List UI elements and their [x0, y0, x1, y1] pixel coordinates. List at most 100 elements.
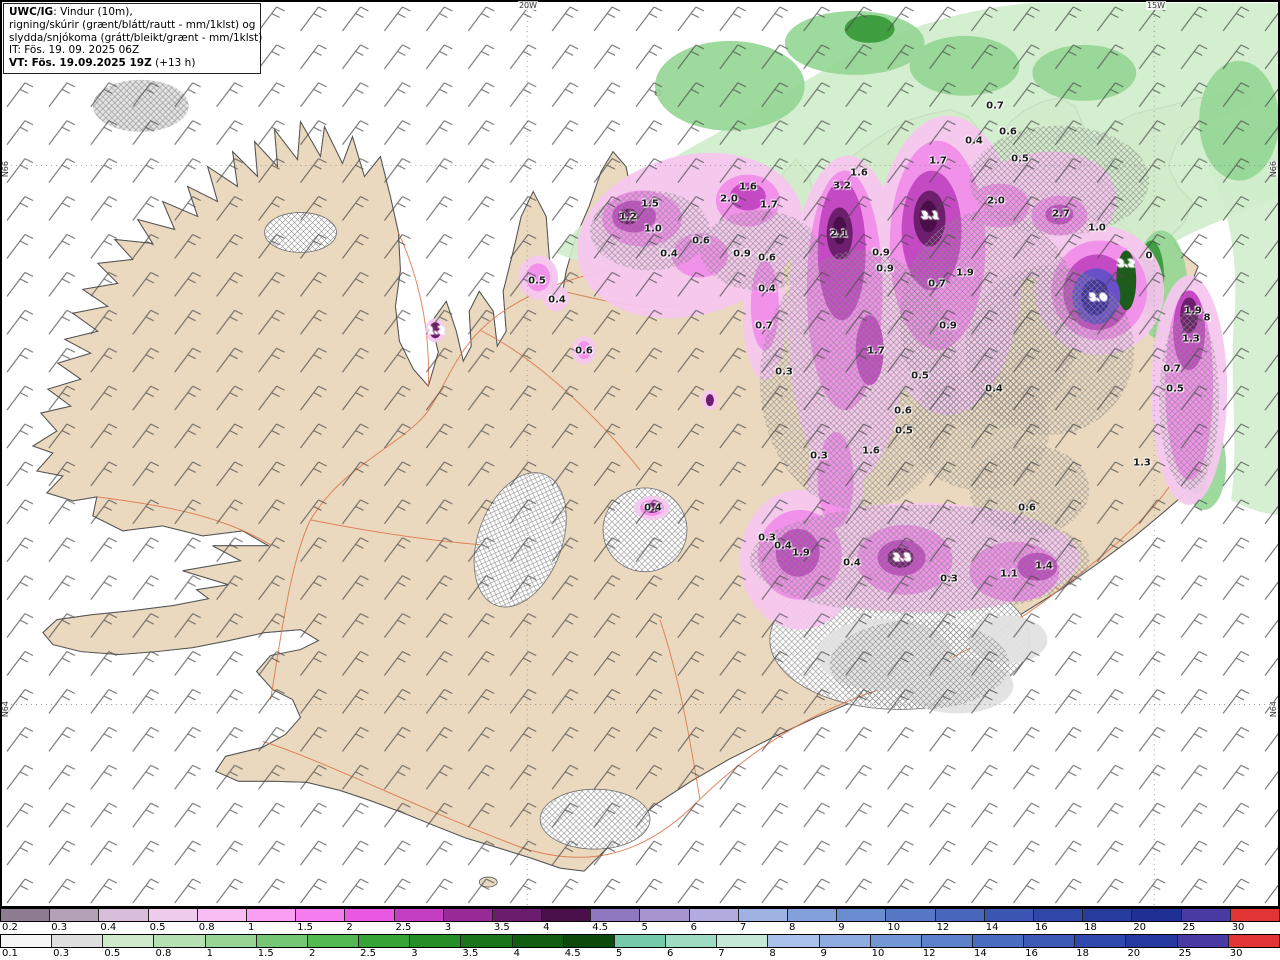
- colorbar-segment: 1: [246, 909, 297, 933]
- colorbar-tick-label: 5: [615, 948, 623, 959]
- colorbar-tick-label: 10: [887, 922, 901, 933]
- colorbar-tick-label: 30: [1229, 948, 1243, 959]
- colorbar-tick-label: 2.5: [395, 922, 412, 933]
- colorbar-tick-label: 12: [922, 948, 936, 959]
- colorbar-segment: 20: [1132, 909, 1182, 933]
- colorbar-segment: 18: [1083, 909, 1133, 933]
- colorbar-tick-label: 4.5: [592, 922, 609, 933]
- colorbar-tick-label: 25: [1182, 922, 1196, 933]
- colorbar-rain-segments: 0.2 0.3 0.4 0.5 0.8 1 1.5 2 2.5 3 3.5 4 …: [0, 908, 1280, 933]
- colorbar-tick-label: 9: [838, 922, 845, 933]
- colorbar-tick-label: 0.4: [100, 922, 117, 933]
- colorbar-tick-label: 12: [936, 922, 950, 933]
- colorbar-tick-label: 25: [1178, 948, 1192, 959]
- colorbar-segment: 25: [1177, 935, 1229, 959]
- colorbar-segment: 6: [689, 909, 739, 933]
- colorbar-tick-label: 8: [769, 948, 776, 959]
- colorbar-tick-label: 10: [871, 948, 885, 959]
- colorbar-snow-segments: 0.1 0.3 0.5 0.8 1 1.5 2 2.5 3 3.5 4 4.5 …: [0, 934, 1280, 959]
- colorbar-segment: 6: [666, 935, 718, 959]
- legend-snow-text: slydda/snjókoma (grátt/bleikt/grænt - mm…: [9, 31, 263, 44]
- colorbar-segment: 0.3: [52, 935, 104, 959]
- colorbar-tick-label: 14: [985, 922, 999, 933]
- colorbar-tick-label: 0.5: [104, 948, 121, 959]
- colorbar-segment: 1.5: [296, 909, 346, 933]
- product-desc: : Vindur (10m),: [53, 6, 133, 18]
- colorbar-tick-label: 5: [641, 922, 648, 933]
- colorbar-tick-label: 4: [513, 948, 520, 959]
- colorbar-tick-label: 16: [1025, 948, 1038, 959]
- colorbar-tick-label: 1.5: [257, 948, 274, 959]
- colorbar-segment: 12: [935, 909, 985, 933]
- colorbar-segment: 30: [1228, 935, 1279, 959]
- colorbar-segment: 3: [443, 909, 493, 933]
- colorbar-tick-label: 9: [820, 948, 827, 959]
- colorbar-segment: 0.4: [99, 909, 149, 933]
- colorbar-segment: 7: [717, 935, 769, 959]
- colorbar-segment: 0.2: [1, 909, 51, 933]
- colorbar-segment: 3: [410, 935, 462, 959]
- colorbar-segment: 0.8: [154, 935, 206, 959]
- colorbar-segment: 4: [542, 909, 592, 933]
- colorbar-segment: 0.5: [148, 909, 198, 933]
- colorbar-tick-label: 1.5: [297, 922, 314, 933]
- colorbar-tick-label: 30: [1231, 922, 1245, 933]
- colorbar-segment: 8: [768, 935, 820, 959]
- colorbar-segment: 2: [345, 909, 395, 933]
- colorbar-segment: 1.5: [256, 935, 308, 959]
- valid-time: VT: Fös. 19.09.2025 19Z: [9, 57, 152, 70]
- colorbar-tick-label: 3: [444, 922, 452, 933]
- colorbar-segment: 14: [972, 935, 1025, 959]
- colorbar-segment: 16: [1024, 935, 1076, 959]
- weather-map-page: 0.7 0.4 0.6 0.5 1.7 1.6 1.6 3.2 2.0 1.7 …: [0, 0, 1280, 960]
- colorbar-segment: 18: [1075, 935, 1127, 959]
- info-box: UWC/IG: Vindur (10m), rigning/skúrir (gr…: [3, 3, 263, 74]
- colorbar-tick-label: 1: [206, 948, 213, 959]
- legend-rain-text: rigning/skúrir (grænt/blátt/rautt - mm/1…: [9, 18, 256, 31]
- colorbar-segment: 9: [819, 935, 871, 959]
- colorbar-segment: 3.5: [461, 935, 513, 959]
- colorbar-segment: 7: [738, 909, 788, 933]
- colorbar-segment: 10: [870, 935, 922, 959]
- color-scales: 0.2 0.3 0.4 0.5 0.8 1 1.5 2 2.5 3 3.5 4 …: [0, 908, 1280, 960]
- colorbar-tick-label: 8: [789, 922, 796, 933]
- colorbar-segment: 0.8: [197, 909, 247, 933]
- colorbar-segment: 25: [1181, 909, 1231, 933]
- colorbar-tick-label: 14: [973, 948, 987, 959]
- colorbar-segment: 2.5: [359, 935, 411, 959]
- colorbar-tick-label: 18: [1076, 948, 1090, 959]
- colorbar-tick-label: 18: [1084, 922, 1097, 933]
- colorbar-tick-label: 0.8: [155, 948, 172, 959]
- colorbar-segment: 0.5: [103, 935, 155, 959]
- colorbar-segment: 10: [886, 909, 936, 933]
- colorbar-tick-label: 2: [308, 948, 316, 959]
- colorbar-segment: 3.5: [492, 909, 543, 933]
- colorbar-segment: 12: [921, 935, 973, 959]
- colorbar-tick-label: 0.1: [2, 948, 18, 959]
- colorbar-tick-label: 7: [718, 948, 725, 959]
- colorbar-tick-label: 2: [346, 922, 353, 933]
- colorbar-segment: 0.3: [50, 909, 100, 933]
- colorbar-tick-label: 6: [690, 922, 697, 933]
- colorbar-snow: 0.1 0.3 0.5 0.8 1 1.5 2 2.5 3 3.5 4 4.5 …: [0, 934, 1280, 960]
- colorbar-segment: 5: [640, 909, 690, 933]
- init-time: IT: Fös. 19. 09. 2025 06Z: [9, 44, 140, 57]
- colorbar-tick-label: 7: [739, 922, 747, 933]
- colorbar-tick-label: 2.5: [360, 948, 376, 959]
- product-code: UWC/IG: [9, 6, 54, 18]
- colorbar-segment: 2.5: [394, 909, 444, 933]
- colorbar-tick-label: 4: [543, 922, 550, 933]
- valid-offset: (+13 h): [151, 57, 196, 70]
- colorbar-segment: 30: [1230, 909, 1279, 933]
- colorbar-tick-label: 0.8: [198, 922, 215, 933]
- wind-barbs-layer: [1, 1, 1279, 907]
- colorbar-segment: 9: [837, 909, 887, 933]
- colorbar-tick-label: 0.2: [2, 922, 18, 933]
- colorbar-tick-label: 0.5: [149, 922, 166, 933]
- colorbar-tick-label: 20: [1127, 948, 1141, 959]
- colorbar-tick-label: 3.5: [462, 948, 479, 959]
- colorbar-rain: 0.2 0.3 0.4 0.5 0.8 1 1.5 2 2.5 3 3.5 4 …: [0, 908, 1280, 934]
- colorbar-segment: 5: [614, 935, 667, 959]
- colorbar-tick-label: 20: [1133, 922, 1147, 933]
- map-area: 0.7 0.4 0.6 0.5 1.7 1.6 1.6 3.2 2.0 1.7 …: [0, 0, 1280, 908]
